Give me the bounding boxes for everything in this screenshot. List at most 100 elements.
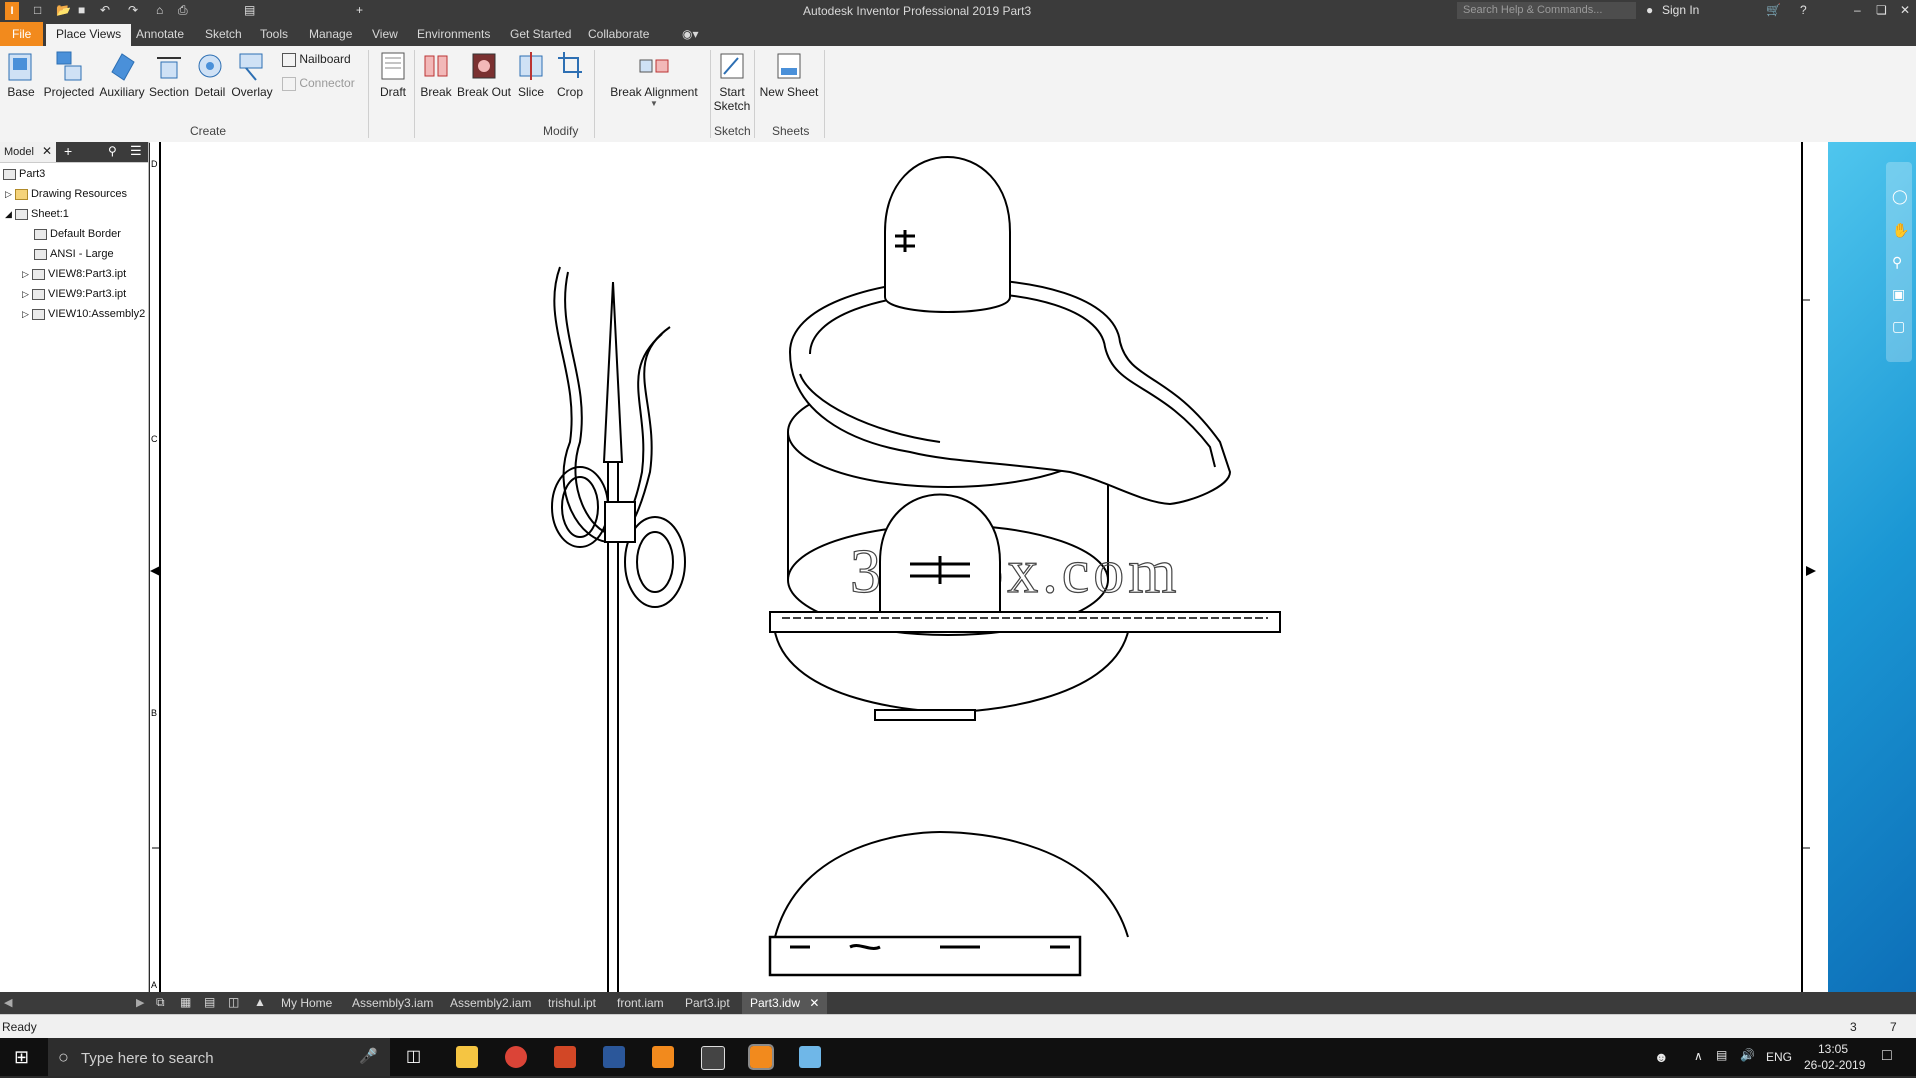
undo-icon[interactable]: ↶ xyxy=(100,3,110,17)
app-logo-icon[interactable]: I xyxy=(5,2,19,20)
crop-button[interactable]: Crop xyxy=(552,50,588,99)
windows-start-icon[interactable]: ⊞ xyxy=(14,1047,29,1068)
doc-tab-part3-ipt[interactable]: Part3.ipt xyxy=(685,996,730,1010)
notifications-icon[interactable]: □ xyxy=(1882,1047,1892,1065)
taskbar-search-input[interactable]: Type here to search xyxy=(81,1050,214,1067)
full-navigation-wheel-icon[interactable]: ◯ xyxy=(1892,188,1908,205)
zoom-window-icon[interactable]: ▣ xyxy=(1892,286,1905,303)
cart-icon[interactable]: 🛒 xyxy=(1766,3,1781,17)
chevron-right-icon[interactable]: ▷ xyxy=(5,189,12,199)
tree-item-part3[interactable]: Part3 xyxy=(3,168,45,180)
add-icon[interactable]: + xyxy=(356,3,363,17)
notes-app-icon[interactable] xyxy=(799,1046,821,1068)
scroll-left-icon[interactable]: ◀ xyxy=(4,996,12,1009)
tree-item-view10[interactable]: ▷ VIEW10:Assembly2 xyxy=(22,308,145,320)
sign-in-link[interactable]: Sign In xyxy=(1662,3,1699,17)
tab-place-views[interactable]: Place Views xyxy=(46,24,132,46)
ribbon-options-icon[interactable]: ◉▾ xyxy=(682,27,699,41)
break-out-button[interactable]: Break Out xyxy=(456,50,512,99)
cascade-icon[interactable]: ⧉ xyxy=(156,995,165,1010)
tree-item-drawing-resources[interactable]: ▷ Drawing Resources xyxy=(5,188,127,200)
doc-tab-front[interactable]: front.iam xyxy=(617,996,664,1010)
clock-date[interactable]: 26-02-2019 xyxy=(1804,1058,1865,1072)
trident-view[interactable] xyxy=(551,266,686,992)
view-icon[interactable]: ▢ xyxy=(1892,318,1905,335)
close-icon[interactable]: ✕ xyxy=(42,144,52,158)
task-view-icon[interactable]: ◫ xyxy=(406,1046,421,1066)
home-icon[interactable]: ⌂ xyxy=(156,3,163,17)
user-icon[interactable]: ● xyxy=(1646,3,1653,17)
overlay-button[interactable]: Overlay xyxy=(230,50,274,99)
nailboard-button[interactable]: Nailboard xyxy=(282,52,351,67)
language-indicator[interactable]: ENG xyxy=(1766,1050,1792,1064)
close-icon[interactable]: ✕ xyxy=(809,996,819,1010)
auxiliary-button[interactable]: Auxiliary xyxy=(98,50,146,99)
pan-icon[interactable]: ✋ xyxy=(1892,222,1909,239)
tree-item-sheet-1[interactable]: ◢ Sheet:1 xyxy=(5,208,69,220)
chevron-right-icon[interactable]: ▷ xyxy=(22,309,29,319)
tab-annotate[interactable]: Annotate xyxy=(136,27,184,41)
connector-button[interactable]: Connector xyxy=(282,76,355,91)
chevron-right-icon[interactable]: ▷ xyxy=(22,289,29,299)
tab-model[interactable]: Model xyxy=(4,146,34,158)
draft-button[interactable]: Draft xyxy=(374,50,412,99)
slice-button[interactable]: Slice xyxy=(514,50,548,99)
tab-collaborate[interactable]: Collaborate xyxy=(588,27,649,41)
volume-icon[interactable]: 🔊 xyxy=(1740,1048,1755,1062)
chevron-down-icon[interactable]: ◢ xyxy=(5,209,12,219)
vertical-tile-icon[interactable]: ◫ xyxy=(228,995,239,1009)
tile-icon[interactable]: ▦ xyxy=(180,995,191,1009)
tab-file[interactable]: File xyxy=(0,22,44,46)
doc-tab-assembly3[interactable]: Assembly3.iam xyxy=(352,996,433,1010)
tree-item-title-block[interactable]: ANSI - Large xyxy=(34,248,114,260)
doc-tab-assembly2[interactable]: Assembly2.iam xyxy=(450,996,531,1010)
chrome-icon[interactable] xyxy=(505,1046,527,1068)
doc-tab-part3-idw[interactable]: Part3.idw ✕ xyxy=(742,992,828,1014)
file-explorer-icon[interactable] xyxy=(456,1046,478,1068)
tab-get-started[interactable]: Get Started xyxy=(510,27,571,41)
add-icon[interactable]: + xyxy=(64,143,72,159)
microphone-icon[interactable]: 🎤 xyxy=(359,1038,378,1076)
zoom-icon[interactable]: ⚲ xyxy=(1892,254,1902,271)
tree-item-view9[interactable]: ▷ VIEW9:Part3.ipt xyxy=(22,288,126,300)
doc-tab-trishul[interactable]: trishul.ipt xyxy=(548,996,596,1010)
print-icon[interactable]: ⎙ xyxy=(178,3,188,18)
menu-icon[interactable]: ☰ xyxy=(130,143,142,159)
tray-chevron-icon[interactable]: ∧ xyxy=(1694,1049,1703,1063)
clock-time[interactable]: 13:05 xyxy=(1818,1042,1848,1056)
people-icon[interactable]: ☻ xyxy=(1654,1049,1669,1065)
tab-view[interactable]: View xyxy=(372,27,398,41)
tree-item-view8[interactable]: ▷ VIEW8:Part3.ipt xyxy=(22,268,126,280)
help-icon[interactable]: ? xyxy=(1800,3,1807,17)
help-search-input[interactable]: Search Help & Commands... xyxy=(1457,2,1636,19)
taskbar-search-box[interactable]: ○ Type here to search 🎤 xyxy=(48,1038,390,1076)
open-icon[interactable]: 📂 xyxy=(56,3,71,17)
chevron-right-icon[interactable]: ▷ xyxy=(22,269,29,279)
orange-app-icon[interactable] xyxy=(652,1046,674,1068)
drawing-canvas[interactable]: D C B A 3dmox.com xyxy=(150,142,1828,992)
photos-icon[interactable] xyxy=(701,1046,725,1070)
scroll-right-icon[interactable]: ▶ xyxy=(136,996,144,1009)
horizontal-tile-icon[interactable]: ▤ xyxy=(204,995,215,1009)
new-icon[interactable]: □ xyxy=(34,3,41,17)
redo-icon[interactable]: ↷ xyxy=(128,3,138,17)
tab-environments[interactable]: Environments xyxy=(417,27,490,41)
network-icon[interactable]: ▤ xyxy=(1716,1048,1727,1062)
inventor-icon[interactable] xyxy=(748,1044,774,1070)
search-icon[interactable]: ⚲ xyxy=(108,144,117,158)
doc-tab-my-home[interactable]: My Home xyxy=(281,996,332,1010)
measure-icon[interactable]: ▤ xyxy=(244,3,255,17)
tab-tools[interactable]: Tools xyxy=(260,27,288,41)
tab-sketch[interactable]: Sketch xyxy=(205,27,242,41)
section-button[interactable]: Section xyxy=(148,50,190,99)
detail-button[interactable]: Detail xyxy=(192,50,228,99)
tree-item-default-border[interactable]: Default Border xyxy=(34,228,121,240)
break-alignment-button[interactable]: Break Alignment ▼ xyxy=(600,50,708,108)
powerpoint-icon[interactable] xyxy=(554,1046,576,1068)
new-sheet-button[interactable]: New Sheet xyxy=(758,50,820,99)
save-icon[interactable]: ■ xyxy=(78,3,85,17)
tab-manage[interactable]: Manage xyxy=(309,27,352,41)
base-button[interactable]: Base xyxy=(6,50,36,99)
projected-button[interactable]: Projected xyxy=(40,50,98,99)
start-sketch-button[interactable]: Start Sketch xyxy=(712,50,752,113)
